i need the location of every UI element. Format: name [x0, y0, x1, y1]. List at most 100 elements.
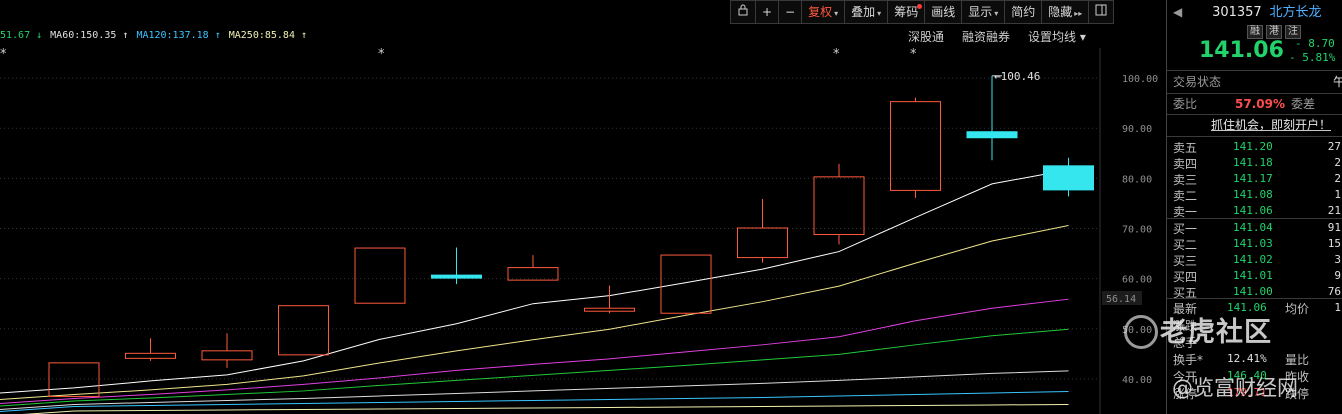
toolbar-label: −: [785, 5, 796, 19]
dropdown-arrow-icon: ▾: [994, 9, 999, 18]
book-level-label: 买四: [1173, 270, 1198, 284]
y-tick-label: 60.00: [1122, 275, 1152, 286]
stat-label: 换手*: [1173, 353, 1204, 367]
toolbar-button-5[interactable]: 筹码: [888, 0, 926, 24]
change-value: - 8.70: [1295, 37, 1335, 50]
book-level-price[interactable]: 141.20: [1233, 140, 1273, 153]
ma-line-5: [0, 390, 1069, 412]
stat-value-2: 1: [1334, 301, 1341, 314]
toolbar-button-4[interactable]: 叠加 ▾: [845, 0, 889, 24]
subbar-item[interactable]: 深股通: [908, 28, 944, 45]
divider: [1167, 114, 1342, 115]
ma-line-0: [0, 169, 1069, 394]
divider: [1167, 70, 1342, 71]
high-annotation-label: ←100.46: [994, 70, 1040, 83]
candle-body[interactable]: [1043, 165, 1094, 191]
stock-name[interactable]: 北方长龙: [1270, 5, 1322, 20]
watermark-lanfu: @览富财经网: [1172, 376, 1298, 400]
weicha-label: 委差: [1291, 97, 1316, 111]
book-level-label: 买二: [1173, 238, 1198, 252]
y-tick-label: 80.00: [1122, 174, 1152, 185]
candle-body[interactable]: [966, 131, 1018, 139]
watermark-logo-icon: [1124, 315, 1158, 349]
book-level-volume: 21: [1327, 204, 1341, 217]
promo-text: 抓住机会，即刻开户！: [1211, 118, 1332, 132]
last-price: 141.06: [1199, 38, 1284, 63]
book-level-price[interactable]: 141.01: [1233, 269, 1273, 282]
chart-subbar: 深股通 融资融券 设置均线 ▾: [908, 28, 1086, 45]
promo-link[interactable]: 抓住机会，即刻开户！: [1211, 117, 1342, 133]
candle-body[interactable]: [813, 176, 865, 236]
book-level-volume: 91: [1327, 221, 1341, 234]
divider: [1167, 298, 1342, 299]
book-level-volume: 76: [1327, 285, 1341, 298]
divider: [1167, 136, 1342, 137]
toolbar-button-3[interactable]: 复权 ▾: [802, 0, 846, 24]
candle-body[interactable]: [125, 352, 176, 359]
toolbar-label: 复权: [808, 5, 833, 19]
trade-status-row: 交易状态 午: [1173, 74, 1342, 90]
toolbar-label: 简约: [1011, 5, 1036, 19]
book-level-price[interactable]: 141.00: [1233, 285, 1273, 298]
kline-chart[interactable]: 40.0050.0060.0070.0080.0090.00100.0056.1…: [0, 48, 1160, 414]
book-level-price[interactable]: 141.03: [1233, 237, 1273, 250]
book-level-price[interactable]: 141.04: [1233, 221, 1273, 234]
toolbar-button-6[interactable]: 画线: [925, 0, 963, 24]
divider: [1167, 93, 1342, 94]
change-percent: - 5.81%: [1289, 51, 1336, 64]
subbar-item[interactable]: 设置均线 ▾: [1028, 28, 1086, 45]
trade-status-value: 午: [1333, 75, 1342, 89]
book-level-price[interactable]: 141.08: [1233, 188, 1273, 201]
toolbar-button-9[interactable]: 隐藏 ▸▸: [1042, 0, 1090, 24]
candle-body[interactable]: [354, 247, 406, 304]
ma-line-4: [0, 370, 1069, 410]
toolbar-button-7[interactable]: 显示 ▾: [962, 0, 1006, 24]
book-level-price[interactable]: 141.18: [1233, 156, 1273, 169]
ma-legend-item: MA60:150.35 ↑: [50, 30, 129, 41]
toolbar-button-1[interactable]: +: [756, 0, 780, 24]
candle-body[interactable]: [737, 227, 788, 259]
book-level-volume: 1: [1334, 188, 1341, 201]
candle-body[interactable]: [584, 307, 635, 312]
candle-body[interactable]: [431, 274, 482, 279]
star-marker: *: [378, 48, 385, 62]
ma-legend-item: 51.67 ↓: [0, 30, 43, 41]
book-level-volume: 2: [1334, 156, 1341, 169]
collapse-left-icon[interactable]: ◀: [1173, 5, 1182, 19]
ma-legend-item: MA120:137.18 ↑: [136, 30, 221, 41]
book-level-label: 卖三: [1173, 173, 1198, 187]
stock-badge: 融: [1247, 25, 1263, 39]
lock-icon[interactable]: [730, 0, 756, 24]
star-marker: *: [0, 48, 7, 62]
toolbar-button-8[interactable]: 简约: [1005, 0, 1043, 24]
book-level-price[interactable]: 141.06: [1233, 204, 1273, 217]
ma-line-2: [0, 298, 1069, 404]
toolbar-label: 画线: [931, 5, 956, 19]
y-tick-label: 100.00: [1122, 74, 1158, 85]
panel-toggle-icon[interactable]: [1089, 0, 1115, 24]
stock-badges: 融港注: [1247, 22, 1342, 39]
dropdown-arrow-icon: ▾: [834, 9, 839, 18]
candle-body[interactable]: [201, 350, 253, 361]
candle-body[interactable]: [890, 101, 941, 191]
toolbar-label: 隐藏: [1048, 5, 1073, 19]
candle-body[interactable]: [48, 362, 100, 397]
candle-body[interactable]: [660, 254, 712, 314]
book-level-label: 买一: [1173, 222, 1198, 236]
book-level-price[interactable]: 141.02: [1233, 253, 1273, 266]
ma-line-1: [0, 224, 1069, 400]
stock-badge: 港: [1266, 25, 1282, 39]
stock-code: 301357: [1212, 5, 1262, 20]
notification-dot: [917, 4, 923, 9]
quote-panel: ◀ 301357 北方长龙 融港注 141.06 - 8.70 - 5.81% …: [1166, 0, 1342, 414]
star-marker: *: [833, 48, 840, 62]
book-level-price[interactable]: 141.17: [1233, 172, 1273, 185]
toolbar-button-2[interactable]: −: [779, 0, 803, 24]
book-level-label: 卖四: [1173, 157, 1198, 171]
book-level-label: 卖五: [1173, 141, 1198, 155]
toolbar-label: +: [762, 5, 773, 19]
subbar-item[interactable]: 融资融券: [962, 28, 1010, 45]
candle-body[interactable]: [278, 305, 329, 356]
book-level-volume: 15: [1327, 237, 1341, 250]
watermark-tiger: 老虎社区: [1160, 317, 1272, 348]
